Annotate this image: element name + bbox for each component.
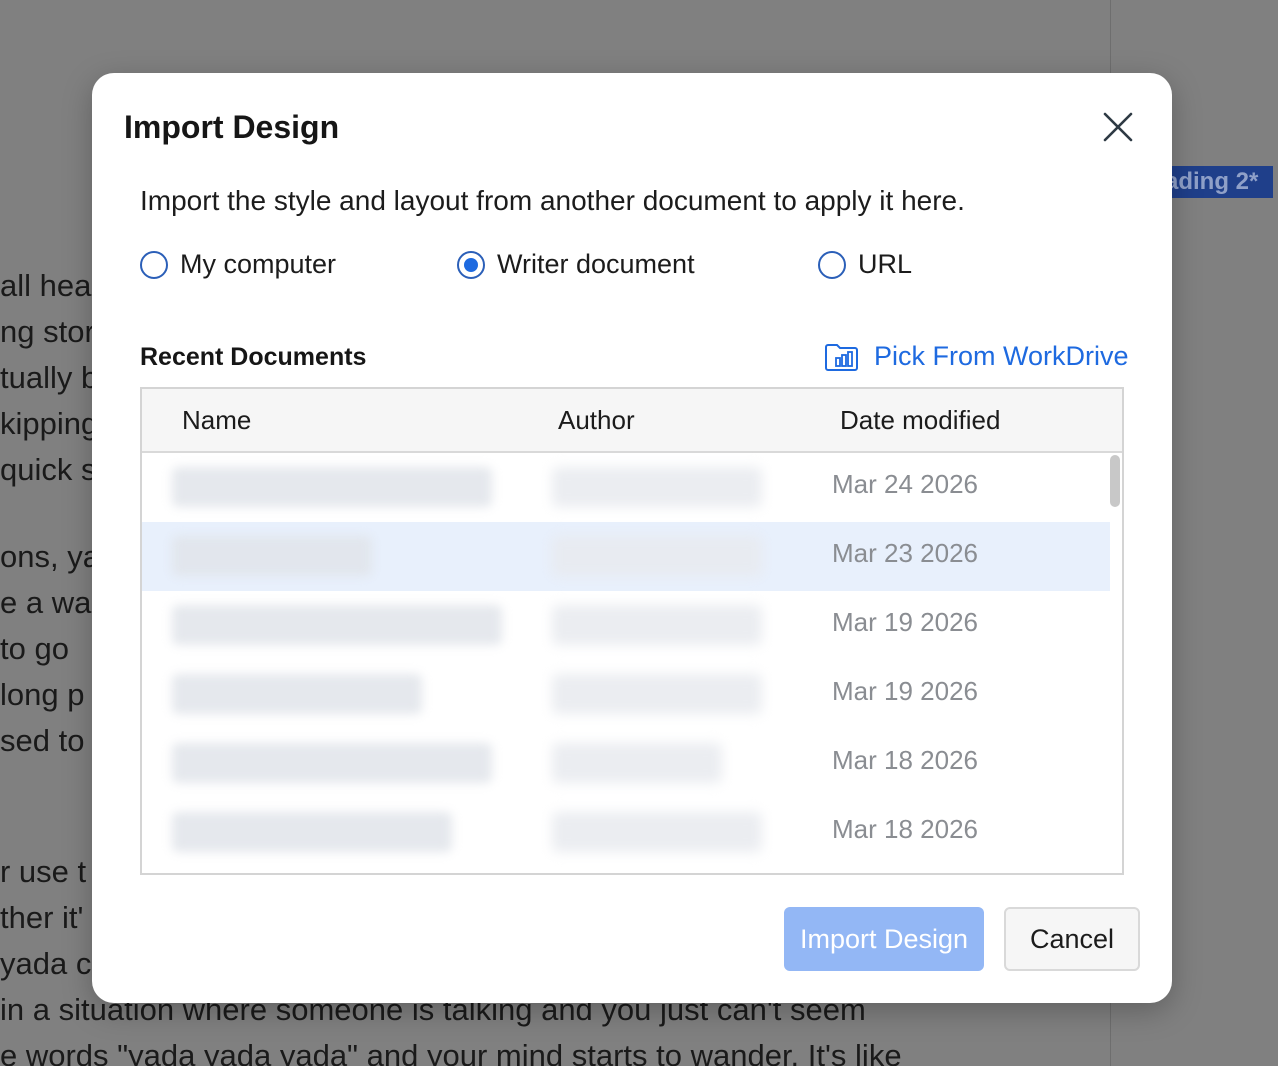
date-modified-cell: Mar 18 2026: [832, 745, 978, 775]
radio-label: Writer document: [497, 249, 695, 279]
table-header: Name Author Date modified: [142, 389, 1122, 453]
radio-writer-document[interactable]: Writer document: [457, 249, 695, 280]
import-design-button[interactable]: Import Design: [784, 907, 984, 971]
doc-line: ther it': [0, 900, 84, 935]
date-modified-cell: Mar 19 2026: [832, 607, 978, 637]
redacted-author: [552, 467, 762, 507]
radio-url[interactable]: URL: [818, 249, 912, 280]
date-modified-cell: Mar 23 2026: [832, 538, 978, 568]
radio-button[interactable]: [818, 250, 846, 279]
workdrive-folder-icon: [825, 343, 858, 371]
redacted-author: [552, 812, 762, 852]
recent-documents-title: Recent Documents: [140, 343, 367, 371]
column-header-name[interactable]: Name: [182, 405, 251, 436]
radio-label: URL: [858, 249, 913, 279]
radio-button[interactable]: [140, 250, 168, 279]
doc-line: long p: [0, 677, 85, 712]
column-header-author[interactable]: Author: [558, 405, 635, 436]
radio-button-checked[interactable]: [457, 250, 485, 279]
table-scrollbar[interactable]: [1110, 455, 1120, 507]
redacted-document-name: [172, 812, 452, 852]
doc-line: all hea: [0, 268, 92, 303]
pick-from-workdrive-link[interactable]: Pick From WorkDrive: [824, 341, 1129, 372]
recent-documents-table: Name Author Date modified Mar 24 2026 Ma…: [140, 387, 1124, 875]
redacted-document-name: [172, 605, 502, 645]
redacted-document-name: [172, 536, 372, 576]
doc-line: yada c: [0, 946, 92, 981]
doc-line: to go: [0, 631, 69, 666]
pick-link-label: Pick From WorkDrive: [874, 341, 1129, 371]
column-header-date[interactable]: Date modified: [840, 405, 1000, 436]
doc-line: ng stor: [0, 314, 95, 349]
redacted-author: [552, 536, 762, 576]
radio-my-computer[interactable]: My computer: [140, 249, 336, 280]
table-row-selected[interactable]: Mar 23 2026: [142, 522, 1110, 591]
doc-line: r use t: [0, 854, 87, 889]
redacted-author: [552, 674, 762, 714]
doc-line: quick s: [0, 452, 97, 487]
redacted-author: [552, 743, 722, 783]
dialog-title: Import Design: [124, 109, 340, 145]
table-row[interactable]: Mar 19 2026: [142, 591, 1110, 660]
table-row[interactable]: Mar 18 2026: [142, 729, 1110, 798]
date-modified-cell: Mar 24 2026: [832, 469, 978, 499]
table-body: Mar 24 2026 Mar 23 2026 Mar 19 2026 Mar …: [142, 453, 1122, 873]
doc-line: tually b: [0, 360, 99, 395]
redacted-document-name: [172, 467, 492, 507]
dialog-description: Import the style and layout from another…: [140, 185, 965, 216]
table-row[interactable]: Mar 18 2026: [142, 798, 1110, 867]
redacted-author: [552, 605, 762, 645]
cancel-button[interactable]: Cancel: [1004, 907, 1140, 971]
table-row[interactable]: Mar 24 2026: [142, 453, 1110, 522]
doc-line: e a wa: [0, 585, 92, 620]
redacted-document-name: [172, 743, 492, 783]
close-button[interactable]: [1100, 109, 1136, 145]
redacted-document-name: [172, 674, 422, 714]
doc-line: kipping: [0, 406, 99, 441]
radio-label: My computer: [180, 249, 337, 279]
table-row[interactable]: Mar 19 2026: [142, 660, 1110, 729]
date-modified-cell: Mar 18 2026: [832, 814, 978, 844]
date-modified-cell: Mar 19 2026: [832, 676, 978, 706]
doc-line: e words "yada yada yada" and your mind s…: [0, 1038, 902, 1066]
import-design-dialog: Import Design Import the style and layou…: [92, 73, 1172, 1003]
close-icon: [1103, 112, 1133, 142]
